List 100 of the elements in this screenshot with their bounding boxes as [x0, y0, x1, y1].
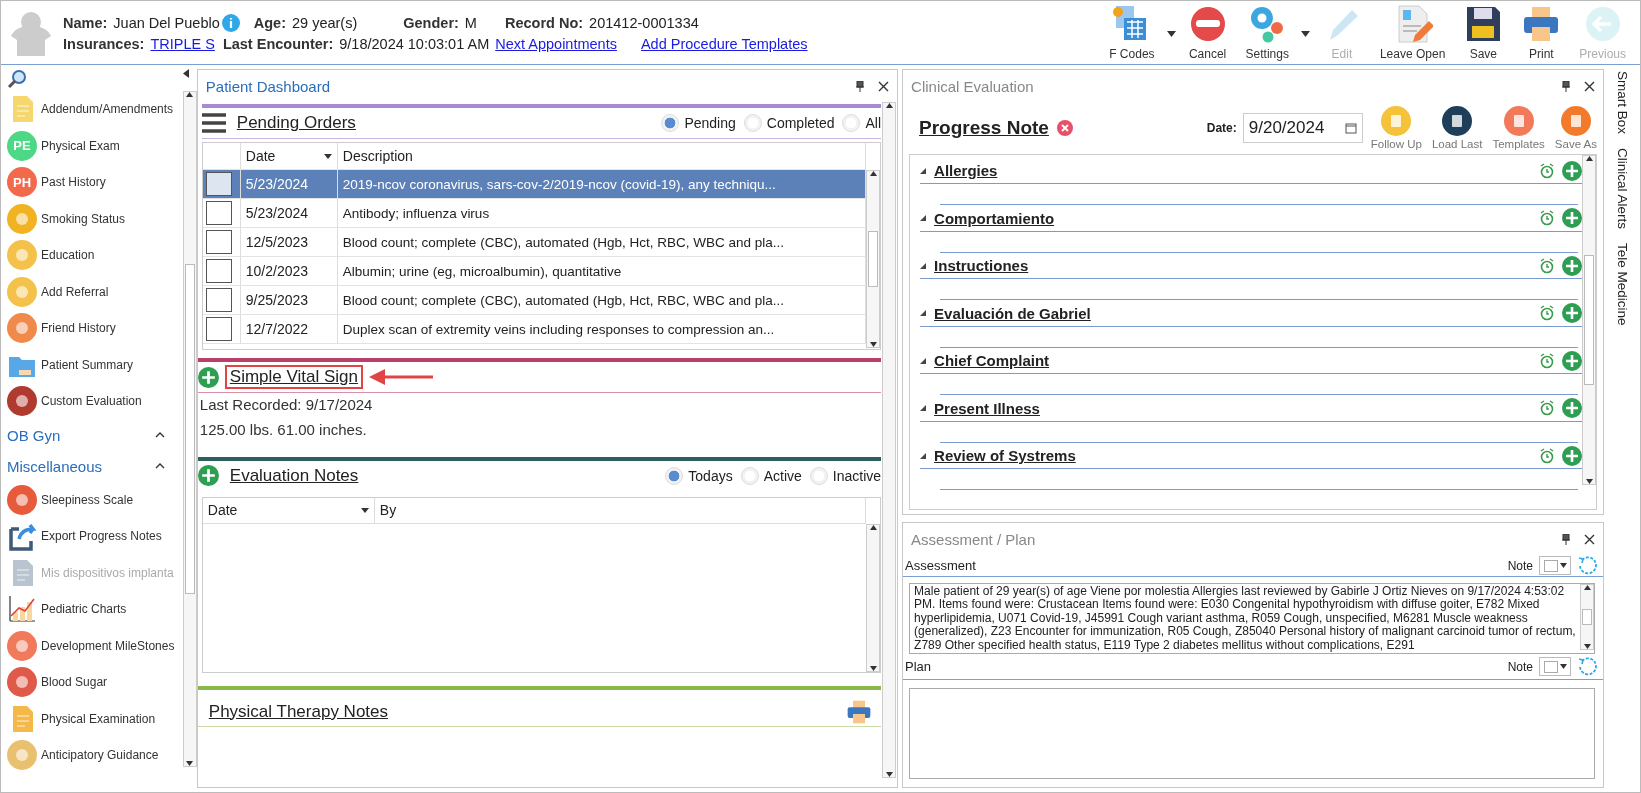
sort-caret-icon[interactable] [360, 507, 369, 513]
section-title[interactable]: Simple Vital Sign [224, 365, 363, 389]
add-icon[interactable] [1562, 350, 1583, 371]
section-heading[interactable]: Comportamiento [934, 209, 1533, 227]
refresh-icon[interactable] [1577, 555, 1598, 576]
side-tab[interactable]: Tele Medicine [1614, 243, 1630, 326]
refresh-icon[interactable] [1577, 656, 1598, 677]
table-row[interactable]: 10/2/2023 Albumin; urine (eg, microalbumin), quantitative [202, 257, 867, 286]
add-icon[interactable] [197, 366, 219, 388]
scrollbar[interactable] [866, 170, 881, 348]
scroll-down-icon[interactable] [885, 772, 893, 777]
scroll-up-icon[interactable] [885, 103, 893, 108]
action-button[interactable]: Follow Up [1368, 106, 1424, 150]
action-button[interactable]: Load Last [1429, 106, 1485, 150]
row-checkbox[interactable] [205, 230, 232, 254]
side-tab[interactable]: Clinical Alerts [1614, 148, 1630, 230]
section-heading[interactable]: Allergies [934, 162, 1533, 179]
close-icon[interactable] [1584, 80, 1596, 92]
note-format-dropdown[interactable] [1539, 657, 1572, 677]
toolbar-button[interactable]: F Codes [1103, 4, 1161, 61]
scroll-thumb[interactable] [184, 264, 195, 594]
scroll-down-icon[interactable] [869, 342, 877, 347]
sidebar-item[interactable]: Pediatric Charts [7, 591, 183, 628]
scrollbar[interactable] [182, 91, 197, 767]
assessment-field[interactable]: Male patient of 29 year(s) of age Viene por molestia Allergies last reviewed by Gabirle J Ortiz Nieves on 9/17/2024 4:53:02 PM. Items found were: Crustacean Items found were: E030 Congenital hypothyroidism with diffuse goiter, E782 Mixed hyperlipidemia, U071 Covid-19, J45991 Cough variant asthma, R059 Cough, unspecified, M6281 Muscle weakness (generalized), Z23 Encounter for immunization, R05 Cough, Z85040 Personal history of malignant carcinoid tumor of rectum, Z789 Other specified health status, E119 Type 2 diabetes mellitus without complications, E291 [909, 583, 1596, 655]
chevron-up-icon[interactable] [155, 432, 165, 438]
sidebar-item[interactable]: Blood Sugar [7, 664, 183, 701]
dropdown-caret-icon[interactable] [1300, 31, 1310, 37]
alarm-clock-icon[interactable] [1540, 352, 1555, 369]
toolbar-button[interactable]: Cancel [1181, 4, 1234, 61]
filter-radio[interactable]: Completed [743, 114, 835, 132]
add-icon[interactable] [1562, 255, 1583, 276]
alarm-clock-icon[interactable] [1540, 400, 1555, 416]
expand-triangle-icon[interactable] [920, 262, 927, 269]
alarm-clock-icon[interactable] [1540, 210, 1555, 226]
sidebar-item[interactable]: Patient Summary [7, 346, 183, 383]
header-link[interactable]: Next Appointments [495, 35, 617, 52]
insurance-link[interactable]: TRIPLE S [150, 35, 215, 52]
sidebar-item[interactable]: Physical Examination [7, 700, 183, 737]
note-format-dropdown[interactable] [1539, 556, 1572, 575]
expand-triangle-icon[interactable] [920, 405, 927, 411]
scroll-up-icon[interactable] [186, 92, 194, 97]
table-row[interactable]: 5/23/2024 Antibody; influenza virus [202, 199, 867, 228]
add-icon[interactable] [1562, 208, 1583, 228]
alarm-clock-icon[interactable] [1540, 257, 1555, 274]
dropdown-caret-icon[interactable] [1559, 563, 1567, 568]
table-row[interactable]: 5/23/2024 2019-ncov coronavirus, sars-cov-2/2019-ncov (covid-19), any techniqu... [202, 170, 867, 199]
row-checkbox[interactable] [205, 259, 232, 283]
sidebar-item[interactable]: Sleepiness Scale [7, 481, 183, 518]
sidebar-item[interactable]: Anticipatory Guidance [7, 737, 183, 771]
sidebar-section-header[interactable]: OB Gyn [7, 419, 165, 451]
action-button[interactable]: Templates [1490, 106, 1547, 150]
sidebar-item[interactable]: Education [7, 237, 183, 274]
dropdown-caret-icon[interactable] [1559, 664, 1567, 670]
add-icon[interactable] [1562, 445, 1583, 466]
add-icon[interactable] [197, 465, 219, 486]
expand-triangle-icon[interactable] [920, 215, 927, 221]
toolbar-button[interactable]: Print [1515, 4, 1568, 61]
scroll-down-icon[interactable] [1585, 479, 1593, 484]
sidebar-item[interactable]: Friend History [7, 310, 183, 347]
menu-icon[interactable] [201, 113, 226, 133]
calendar-icon[interactable] [1344, 122, 1357, 134]
alarm-clock-icon[interactable] [1540, 305, 1555, 321]
sidebar-section-header[interactable]: Miscellaneous [7, 450, 165, 482]
sidebar-item[interactable]: Addendum/Amendments [7, 91, 183, 128]
section-heading[interactable]: Review of Systrems [934, 447, 1533, 464]
row-checkbox[interactable] [205, 288, 232, 312]
close-icon[interactable] [1584, 533, 1596, 545]
scroll-down-icon[interactable] [1583, 644, 1591, 649]
pin-icon[interactable] [1562, 533, 1571, 545]
scrollbar[interactable] [882, 102, 897, 778]
scrollbar[interactable] [866, 523, 881, 672]
pin-icon[interactable] [856, 80, 865, 92]
action-button[interactable]: Save As [1552, 106, 1600, 150]
column-header[interactable]: By [374, 497, 867, 523]
chevron-up-icon[interactable] [155, 463, 165, 469]
row-checkbox[interactable] [205, 317, 232, 341]
scroll-thumb[interactable] [1582, 609, 1593, 625]
plan-field[interactable] [909, 688, 1596, 779]
alarm-clock-icon[interactable] [1540, 447, 1555, 464]
row-checkbox[interactable] [205, 201, 232, 225]
scroll-up-icon[interactable] [1585, 156, 1593, 161]
section-heading[interactable]: Evaluación de Gabriel [934, 304, 1533, 322]
dropdown-caret-icon[interactable] [1166, 31, 1176, 37]
row-checkbox[interactable] [205, 172, 232, 196]
pin-icon[interactable] [1562, 80, 1571, 92]
scroll-up-icon[interactable] [1583, 585, 1591, 590]
alarm-clock-icon[interactable] [1540, 162, 1555, 179]
expand-triangle-icon[interactable] [920, 167, 927, 174]
scroll-thumb[interactable] [1584, 255, 1595, 385]
filter-radio[interactable]: Todays [665, 466, 733, 485]
header-link[interactable]: Add Procedure Templates [640, 35, 808, 52]
sidebar-item[interactable]: Custom Evaluation [7, 383, 183, 420]
info-icon[interactable] [221, 13, 240, 32]
scroll-up-icon[interactable] [869, 524, 877, 530]
section-title[interactable]: Pending Orders [231, 111, 361, 135]
table-row[interactable]: 12/5/2023 Blood count; complete (CBC), automated (Hgb, Hct, RBC, WBC and pla... [202, 228, 867, 257]
filter-radio[interactable]: Inactive [809, 466, 882, 485]
section-heading[interactable]: Present Illness [934, 399, 1533, 417]
sidebar-item[interactable]: Smoking Status [7, 200, 183, 237]
